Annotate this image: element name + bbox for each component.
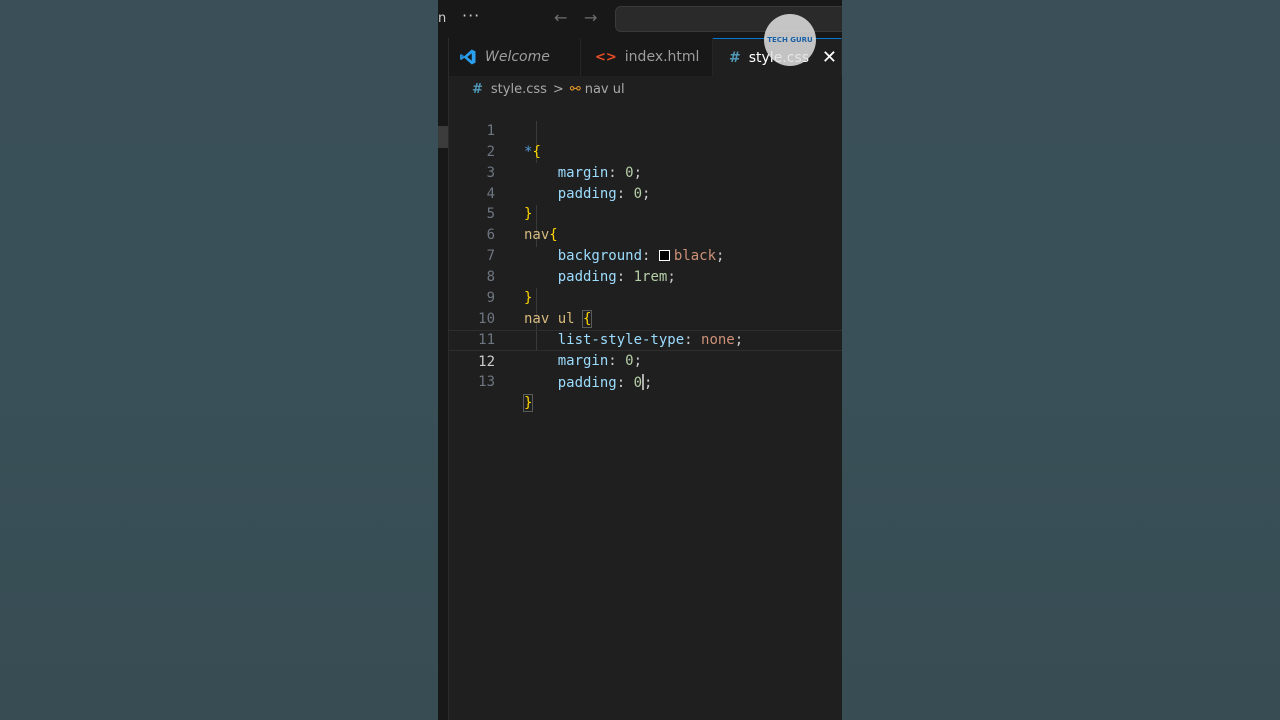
value: 0 — [633, 374, 643, 391]
breadcrumb-symbol[interactable]: nav ul — [585, 82, 625, 97]
code-line[interactable]: 11 margin: 0; — [449, 309, 842, 369]
property: padding — [557, 374, 617, 391]
breadcrumb-file[interactable]: style.css — [491, 82, 547, 97]
code-line[interactable]: 13 } — [449, 351, 842, 412]
code-line[interactable]: 5 nav{ — [449, 184, 842, 243]
code-line[interactable]: 2 margin: 0; — [449, 121, 842, 181]
code-line[interactable]: 7 padding: 1rem; — [449, 225, 842, 285]
code-editor-window: n ··· ← → Welcome <> index.html # style.… — [438, 0, 842, 720]
code-line[interactable]: 6 background: black; — [449, 204, 842, 264]
css-file-icon: # — [729, 49, 741, 66]
activity-bar-indicator — [438, 126, 448, 148]
right-background — [842, 0, 1280, 720]
more-icon[interactable]: ··· — [462, 6, 480, 25]
code-line[interactable]: 10 list-style-type: none; — [449, 288, 842, 348]
menu-item-fragment[interactable]: n — [438, 11, 446, 26]
tab-label: index.html — [624, 49, 700, 65]
tab-welcome[interactable]: Welcome — [449, 38, 581, 76]
html-file-icon: <> — [595, 49, 617, 65]
code-line[interactable]: 8 } — [449, 246, 842, 306]
left-background — [0, 0, 438, 720]
code-line[interactable]: 1 *{ — [449, 100, 842, 160]
code-line-active[interactable]: 12 padding: 0; — [449, 329, 842, 391]
code-area[interactable]: 1 *{ 2 margin: 0; 3 padding: 0; 4 } 5 na… — [449, 100, 842, 720]
brace: } — [522, 393, 534, 412]
breadcrumb-separator: > — [552, 81, 564, 97]
symbol-rule-icon: ⚯ — [569, 81, 581, 97]
code-line[interactable]: 9 nav ul { — [449, 267, 842, 328]
tab-label: Welcome — [485, 49, 550, 65]
activity-bar — [438, 38, 449, 720]
forward-arrow-icon[interactable]: → — [584, 8, 597, 27]
code-line[interactable]: 4 } — [449, 163, 842, 223]
css-file-icon: # — [472, 81, 483, 97]
breadcrumb: # style.css > ⚯ nav ul — [472, 78, 625, 100]
watermark-text: TECH GURU — [767, 36, 813, 44]
back-arrow-icon[interactable]: ← — [554, 8, 567, 27]
channel-watermark-logo: TECH GURU — [764, 14, 816, 66]
code-line[interactable]: 3 padding: 0; — [449, 142, 842, 202]
line-number: 13 — [478, 373, 495, 390]
close-icon[interactable]: ✕ — [822, 47, 837, 68]
vscode-logo-icon — [460, 49, 476, 65]
tab-index-html[interactable]: <> index.html — [581, 38, 713, 76]
